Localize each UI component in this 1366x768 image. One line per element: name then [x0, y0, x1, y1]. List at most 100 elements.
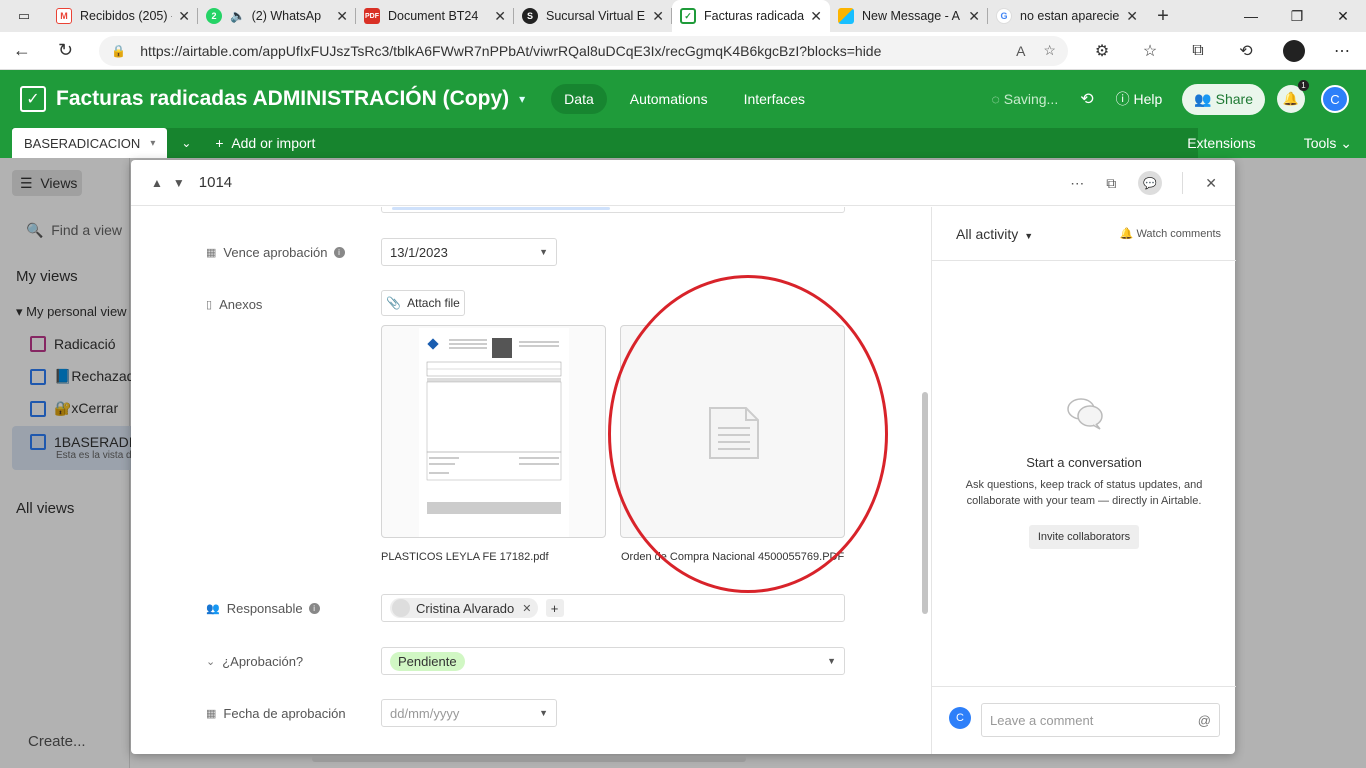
info-icon[interactable]: i	[308, 603, 320, 614]
browser-tab[interactable]: G no estan aparecie ✕	[988, 0, 1146, 32]
dropdown-arrow-icon[interactable]: ▼	[539, 247, 548, 257]
close-icon[interactable]: ✕	[1205, 175, 1217, 192]
url-field[interactable]: 🔒 https://airtable.com/appUfIxFUJszTsRc3…	[99, 35, 1068, 66]
nav-automations[interactable]: Automations	[617, 84, 721, 114]
collections-icon[interactable]: ⧉	[1174, 42, 1222, 60]
invite-collaborators-button[interactable]: Invite collaborators	[1029, 525, 1139, 549]
watch-comments-button[interactable]: 🔔 Watch comments	[1120, 227, 1221, 240]
comments-icon[interactable]: 💬	[1138, 171, 1163, 195]
tools-button[interactable]: Tools ⌄	[1280, 135, 1352, 152]
reload-icon[interactable]: ↻	[44, 40, 88, 61]
browser-tab-bar: ▭ M Recibidos (205) - ✕ 2 🔈 (2) WhatsAp …	[0, 0, 1366, 32]
browser-tab[interactable]: S Sucursal Virtual E ✕	[514, 0, 672, 32]
info-icon[interactable]: i	[333, 247, 345, 258]
table-bar-right: Extensions Tools ⌄	[1163, 128, 1352, 158]
browser-tab[interactable]: 2 🔈 (2) WhatsAp ✕	[198, 0, 356, 32]
base-title[interactable]: Facturas radicadas ADMINISTRACIÓN (Copy)	[56, 87, 509, 111]
saving-status: ◌ Saving...	[991, 91, 1059, 107]
aprobacion-select[interactable]: Pendiente ▼	[381, 647, 845, 675]
restore-icon[interactable]: ❐	[1274, 8, 1320, 25]
user-avatar[interactable]: C	[1321, 85, 1349, 113]
comment-input[interactable]: Leave a comment @	[981, 703, 1220, 737]
expand-icon[interactable]: ⧉	[1106, 175, 1116, 192]
help-button[interactable]: ⓘ Help	[1116, 89, 1163, 109]
activity-filter[interactable]: All activity ▼	[956, 226, 1033, 242]
browser-tab[interactable]: New Message - A ✕	[830, 0, 988, 32]
collaborator-chip[interactable]: Cristina Alvarado ✕	[390, 598, 538, 618]
single-select-icon: ⌄	[206, 656, 216, 668]
bell-icon[interactable]: 🔔 1	[1277, 80, 1309, 113]
minimize-icon[interactable]: —	[1228, 8, 1274, 25]
attachment-thumbnail[interactable]	[381, 325, 606, 538]
pdf-preview	[419, 328, 569, 537]
table-bar: BASERADICACION ▾ ⌄ + Add or import Exten…	[0, 128, 1366, 158]
close-tab-icon[interactable]: ✕	[178, 8, 190, 25]
record-header: ▲ ▼ 1014 ⋯ ⧉ 💬 ✕	[131, 160, 1235, 206]
close-tab-icon[interactable]: ✕	[810, 8, 822, 25]
share-button[interactable]: 👥 Share	[1182, 83, 1265, 115]
speaker-icon: 🔈	[230, 8, 246, 23]
read-aloud-icon[interactable]: A	[1016, 43, 1025, 59]
browser-tab-active[interactable]: ✓ Facturas radicada ✕	[672, 0, 830, 32]
browser-tab[interactable]: PDF Document BT24 ✕	[356, 0, 514, 32]
document-icon: ▯	[206, 299, 213, 311]
address-bar-row: ← ↻ 🔒 https://airtable.com/appUfIxFUJszT…	[0, 32, 1366, 70]
new-tab-icon[interactable]: +	[1146, 5, 1180, 28]
attach-file-button[interactable]: 📎 Attach file	[381, 290, 465, 316]
divider	[1182, 172, 1184, 194]
red-annotation-circle	[608, 275, 888, 593]
close-tab-icon[interactable]: ✕	[652, 8, 664, 25]
close-tab-icon[interactable]: ✕	[336, 8, 348, 25]
history-icon[interactable]: ⟲	[1222, 41, 1270, 61]
notification-badge: 1	[1298, 80, 1309, 91]
fecha-date-input[interactable]: dd/mm/yyyy ▼	[381, 699, 557, 727]
extensions-icon[interactable]: ⚙	[1078, 41, 1126, 61]
extensions-button[interactable]: Extensions	[1187, 135, 1255, 151]
nav-interfaces[interactable]: Interfaces	[731, 84, 818, 114]
close-tab-icon[interactable]: ✕	[494, 8, 506, 25]
chevron-down-icon[interactable]: ▾	[150, 138, 155, 149]
window-controls: — ❐ ✕	[1228, 8, 1366, 25]
field-label-fecha: ▦ Fecha de aprobación	[206, 706, 346, 721]
field-label-responsable: 👥 Responsable i	[206, 601, 320, 616]
favorites-icon[interactable]: ☆	[1126, 41, 1174, 61]
browser-toolbar: ⚙ ☆ ⧉ ⟲ ⋯	[1078, 39, 1366, 62]
back-icon[interactable]: ←	[0, 40, 44, 61]
responsable-field[interactable]: Cristina Alvarado ✕ +	[381, 594, 845, 622]
add-collaborator-icon[interactable]: +	[545, 599, 564, 617]
attachment-name: PLASTICOS LEYLA FE 17182.pdf	[381, 551, 549, 563]
empty-state-title: Start a conversation	[1026, 455, 1142, 470]
header-right: ◌ Saving... ⟲ ⓘ Help 👥 Share 🔔 1 C	[991, 80, 1366, 115]
vence-date-input[interactable]: 13/1/2023 ▼	[381, 238, 557, 266]
chevron-down-icon[interactable]: ⌄	[177, 136, 195, 150]
chevron-down-icon[interactable]: ▼	[173, 176, 185, 190]
lock-icon: 🔒	[111, 43, 127, 58]
chevron-down-icon[interactable]: ▾	[519, 92, 525, 106]
scrollbar[interactable]	[922, 392, 928, 614]
add-import-button[interactable]: + Add or import	[215, 135, 315, 151]
chevron-up-icon[interactable]: ▲	[151, 176, 163, 190]
favorite-add-icon[interactable]: ☆	[1043, 42, 1056, 59]
mention-icon[interactable]: @	[1198, 713, 1211, 728]
close-tab-icon[interactable]: ✕	[968, 8, 980, 25]
field-label-vence: ▦ Vence aprobación i	[206, 245, 345, 260]
history-icon[interactable]: ⟲	[1080, 89, 1093, 109]
airtable-icon: ✓	[680, 8, 696, 24]
more-icon[interactable]: ⋯	[1318, 41, 1366, 61]
profile-avatar[interactable]	[1282, 39, 1305, 62]
field-label-anexos: ▯ Anexos	[206, 297, 263, 312]
tab-actions-icon[interactable]: ▭	[0, 0, 48, 32]
browser-tab[interactable]: M Recibidos (205) - ✕	[48, 0, 198, 32]
table-tab[interactable]: BASERADICACION ▾	[12, 128, 168, 158]
avatar: C	[949, 707, 971, 729]
close-window-icon[interactable]: ✕	[1320, 8, 1366, 25]
dropdown-arrow-icon[interactable]: ▼	[539, 708, 548, 718]
expanded-record-modal: ▲ ▼ 1014 ⋯ ⧉ 💬 ✕ ▦ Vence aprobación i 13…	[131, 160, 1236, 754]
close-tab-icon[interactable]: ✕	[1126, 8, 1138, 25]
record-fields: ▦ Vence aprobación i 13/1/2023 ▼ ▯ Anexo…	[131, 207, 931, 754]
remove-icon[interactable]: ✕	[522, 602, 531, 615]
nav-data[interactable]: Data	[551, 84, 607, 114]
horizontal-scrollbar[interactable]	[312, 756, 746, 762]
more-options-icon[interactable]: ⋯	[1070, 175, 1084, 192]
dropdown-arrow-icon[interactable]: ▼	[827, 656, 836, 666]
